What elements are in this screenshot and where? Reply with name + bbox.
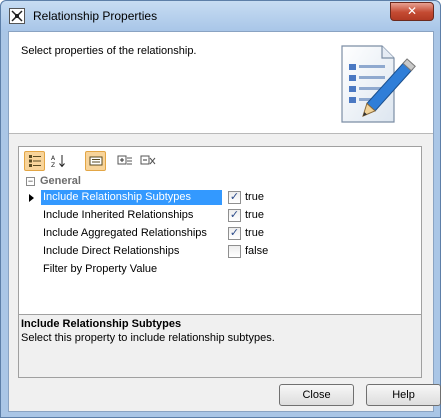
dialog-client: Select properties of the relationship. A…	[8, 31, 441, 412]
property-name: Include Inherited Relationships	[43, 209, 194, 221]
property-name: Include Direct Relationships	[43, 245, 180, 257]
filter-icon[interactable]	[85, 151, 106, 171]
property-row[interactable]: Include Direct Relationships false	[23, 243, 418, 261]
group-label: General	[40, 175, 81, 187]
group-collapse-toggle[interactable]: −	[26, 177, 35, 186]
property-row[interactable]: Include Aggregated Relationships ✓ true	[23, 225, 418, 243]
property-checkbox[interactable]: ✓	[228, 191, 241, 204]
property-value: true	[245, 227, 264, 239]
svg-text:Z: Z	[51, 162, 55, 168]
property-checkbox[interactable]: ✓	[228, 209, 241, 222]
expand-all-icon[interactable]	[114, 151, 135, 171]
description-area: Include Relationship Subtypes Select thi…	[19, 314, 421, 377]
description-title: Include Relationship Subtypes	[21, 318, 182, 330]
property-name: Include Aggregated Relationships	[43, 227, 207, 239]
svg-text:A: A	[51, 155, 56, 162]
sort-alphabetical-icon[interactable]: A Z	[48, 151, 69, 171]
group-row-general[interactable]: − General	[23, 175, 418, 189]
property-checkbox[interactable]: ✓	[228, 227, 241, 240]
property-grid: − General Include Relationship Subtypes …	[23, 175, 418, 279]
categorized-view-icon[interactable]	[24, 151, 45, 171]
help-button[interactable]: Help	[366, 384, 441, 406]
property-value: true	[245, 209, 264, 221]
app-icon	[9, 8, 25, 24]
property-row[interactable]: Filter by Property Value	[23, 261, 418, 279]
property-name: Filter by Property Value	[43, 263, 158, 275]
property-value: true	[245, 191, 264, 203]
window-title: Relationship Properties	[33, 9, 158, 23]
description-text: Select this property to include relation…	[21, 332, 275, 344]
title-bar[interactable]: Relationship Properties ✕	[1, 1, 440, 31]
collapse-all-icon[interactable]	[137, 151, 158, 171]
property-checkbox[interactable]	[228, 245, 241, 258]
window-close-button[interactable]: ✕	[390, 2, 434, 21]
property-row[interactable]: Include Inherited Relationships ✓ true	[23, 207, 418, 225]
property-row[interactable]: Include Relationship Subtypes ✓ true	[23, 189, 418, 207]
property-panel: A Z − General Include Relationship Subty…	[18, 146, 422, 378]
header-area: Select properties of the relationship.	[9, 32, 433, 134]
dialog-window: Relationship Properties ✕ Select propert…	[0, 0, 441, 418]
property-value: false	[245, 245, 269, 257]
header-description: Select properties of the relationship.	[21, 45, 197, 57]
close-button[interactable]: Close	[279, 384, 354, 406]
document-pencil-icon	[336, 42, 416, 130]
row-selected-arrow-icon	[29, 194, 34, 202]
property-name: Include Relationship Subtypes	[41, 190, 222, 205]
property-toolbar: A Z	[19, 147, 421, 174]
